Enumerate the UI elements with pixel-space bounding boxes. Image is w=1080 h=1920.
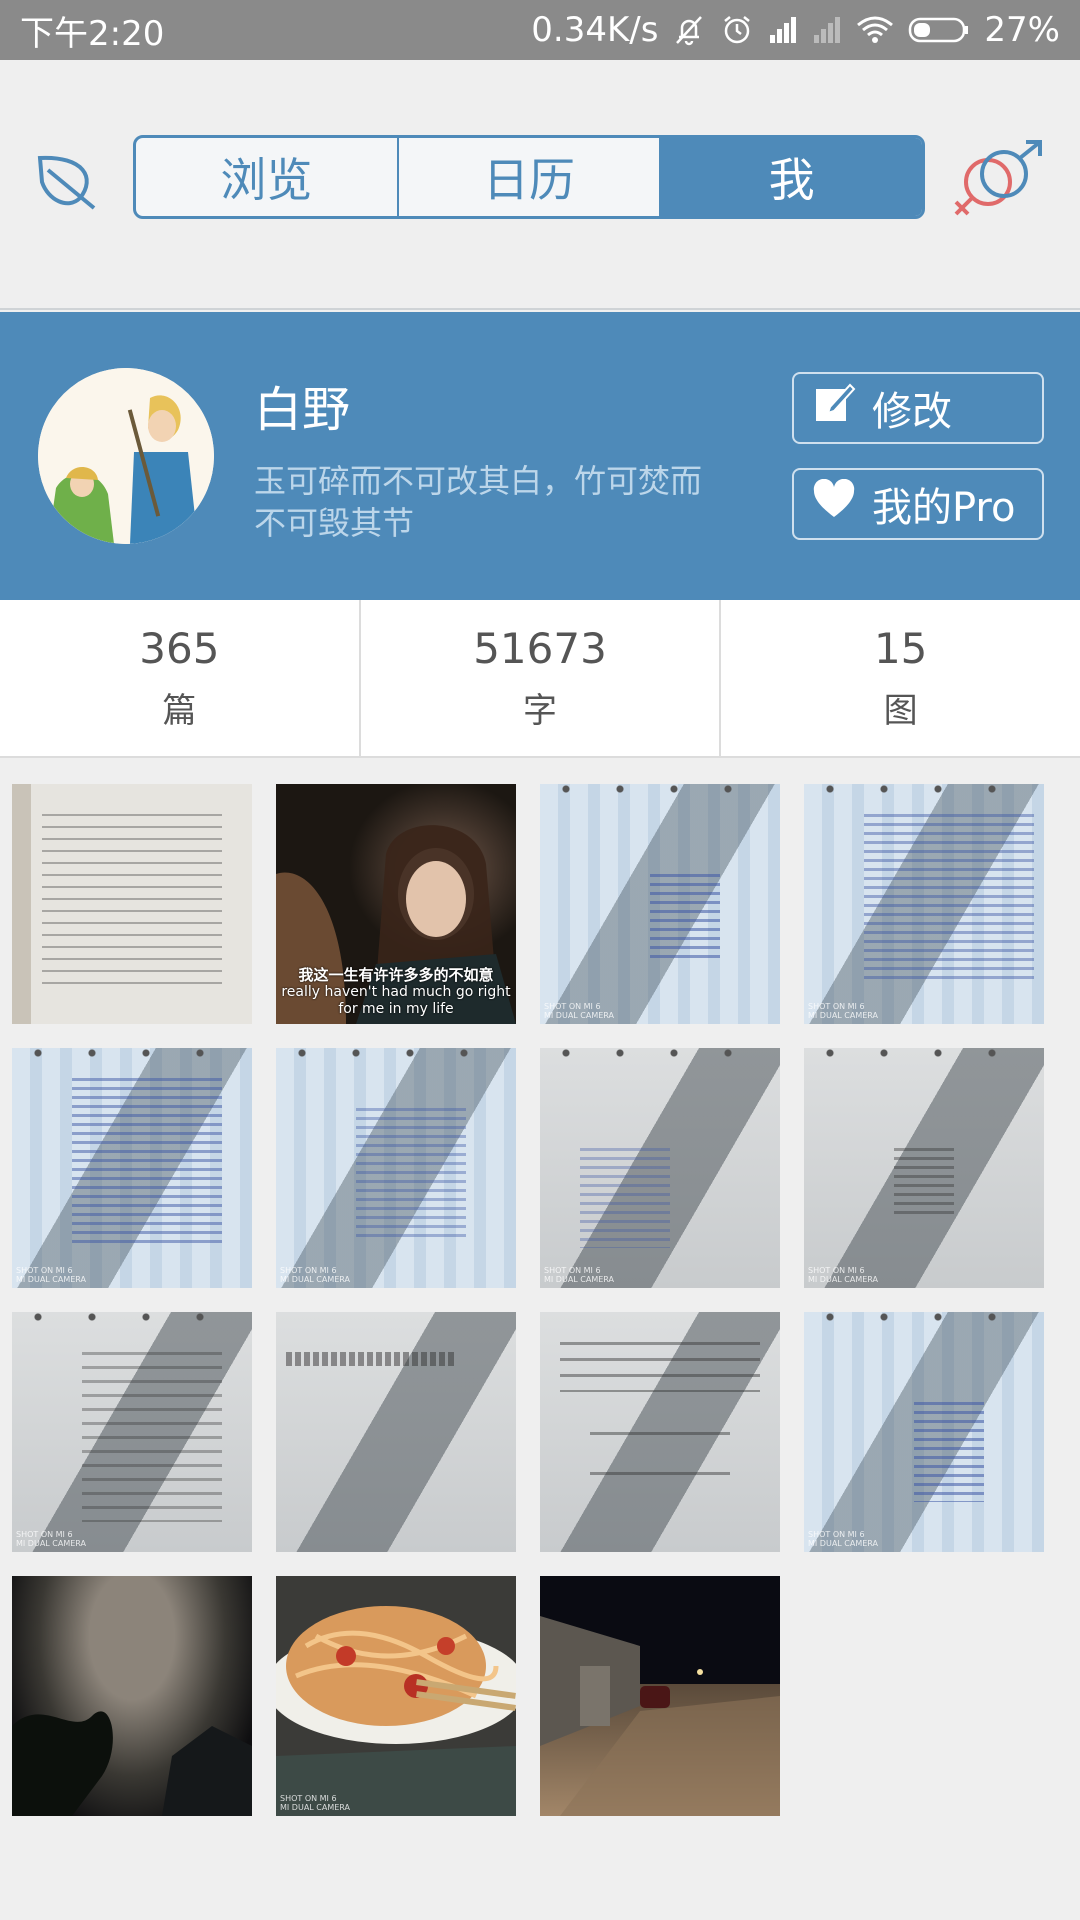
status-icons: 0.34K/s 27% [531,10,1060,50]
top-navigation: 浏览 日历 我 [0,60,1080,310]
camera-watermark: SHOT ON MI 6 MI DUAL CAMERA [280,1794,351,1812]
stat-label: 图 [883,691,918,731]
camera-watermark: SHOT ON MI 6 MI DUAL CAMERA [280,1266,351,1284]
edit-label: 修改 [872,389,952,435]
stat-value: 15 [873,624,928,673]
signal-weak-icon [812,15,842,45]
mute-bell-icon [672,13,706,47]
battery-icon [908,15,970,45]
profile-name: 白野 [254,382,351,438]
camera-watermark: SHOT ON MI 6 MI DUAL CAMERA [544,1266,615,1284]
divider [0,308,1080,310]
profile-motto: 玉可碎而不可改其白，竹可焚而不可毁其节 [254,462,703,542]
stat-value: 51673 [473,624,607,673]
pro-label: 我的Pro [872,485,1016,531]
heart-icon [812,478,856,529]
subtitle-chinese: 我这一生有许许多多的不如意 [298,966,494,984]
tab-me[interactable]: 我 [661,138,922,216]
edit-icon [812,381,856,435]
stat-label: 篇 [162,691,197,731]
leaf-icon[interactable] [34,148,100,214]
photo-thumbnail[interactable]: SHOT ON MI 6 MI DUAL CAMERA [276,1048,516,1288]
tab-browse[interactable]: 浏览 [136,138,399,216]
photo-thumbnail[interactable]: SHOT ON MI 6 MI DUAL CAMERA [276,1576,516,1816]
photo-thumbnail[interactable]: SHOT ON MI 6 MI DUAL CAMERA [804,1048,1044,1288]
stat-label: 字 [523,691,557,731]
photo-thumbnail[interactable]: SHOT ON MI 6 MI DUAL CAMERA [804,1312,1044,1552]
subtitle-english: really haven't had much go right for me … [281,984,511,1017]
status-bar: 下午2:20 0.34K/s 27% [0,0,1080,60]
photo-thumbnail[interactable]: SHOT ON MI 6 MI DUAL CAMERA [12,1312,252,1552]
photo-thumbnail[interactable]: SHOT ON MI 6 MI DUAL CAMERA [804,784,1044,1024]
photo-thumbnail[interactable]: SHOT ON MI 6 MI DUAL CAMERA [540,784,780,1024]
stat-articles[interactable]: 365 篇 [0,600,361,756]
battery-percent: 27% [984,10,1060,50]
network-speed: 0.34K/s [531,10,659,50]
photo-thumbnail[interactable] [12,1576,252,1816]
stat-value: 365 [139,624,220,673]
stat-images[interactable]: 15 图 [721,600,1080,756]
my-pro-button[interactable]: 我的Pro [792,468,1044,540]
video-subtitle: 我这一生有许许多多的不如意 really haven't had much go… [276,967,516,1018]
camera-watermark: SHOT ON MI 6 MI DUAL CAMERA [16,1530,87,1548]
photo-thumbnail[interactable] [540,1312,780,1552]
camera-watermark: SHOT ON MI 6 MI DUAL CAMERA [808,1002,879,1020]
camera-watermark: SHOT ON MI 6 MI DUAL CAMERA [16,1266,87,1284]
signal-icon [768,15,798,45]
photo-thumbnail[interactable] [540,1576,780,1816]
profile-header: 白野 玉可碎而不可改其白，竹可焚而不可毁其节 修改 我的Pro [0,312,1080,600]
alarm-icon [720,13,754,47]
photo-thumbnail[interactable]: SHOT ON MI 6 MI DUAL CAMERA [540,1048,780,1288]
status-time: 下午2:20 [20,13,165,54]
stats-bar: 365 篇 51673 字 15 图 [0,600,1080,758]
camera-watermark: SHOT ON MI 6 MI DUAL CAMERA [544,1002,615,1020]
photo-thumbnail[interactable]: SHOT ON MI 6 MI DUAL CAMERA [12,1048,252,1288]
wifi-icon [856,15,894,45]
tab-calendar[interactable]: 日历 [399,138,662,216]
edit-profile-button[interactable]: 修改 [792,372,1044,444]
stat-words[interactable]: 51673 字 [361,600,722,756]
tab-switcher: 浏览 日历 我 [133,135,925,219]
photo-thumbnail[interactable] [276,1312,516,1552]
avatar[interactable] [38,368,214,544]
camera-watermark: SHOT ON MI 6 MI DUAL CAMERA [808,1530,879,1548]
photo-grid: 我这一生有许许多多的不如意 really haven't had much go… [0,760,1068,1920]
photo-thumbnail[interactable] [12,784,252,1024]
photo-thumbnail[interactable]: 我这一生有许许多多的不如意 really haven't had much go… [276,784,516,1024]
camera-watermark: SHOT ON MI 6 MI DUAL CAMERA [808,1266,879,1284]
gender-icon[interactable] [952,140,1044,220]
